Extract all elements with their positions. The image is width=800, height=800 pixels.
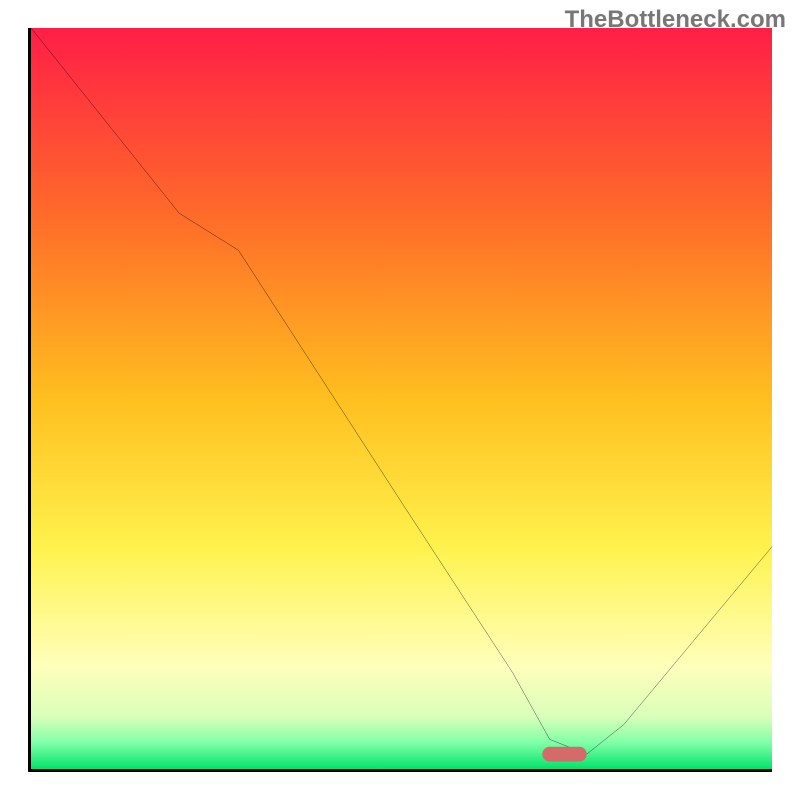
chart-svg: [31, 28, 772, 769]
chart-stage: TheBottleneck.com: [0, 0, 800, 800]
gradient-rect: [31, 28, 772, 769]
optimum-marker: [542, 747, 586, 762]
plot-area: [28, 28, 772, 772]
